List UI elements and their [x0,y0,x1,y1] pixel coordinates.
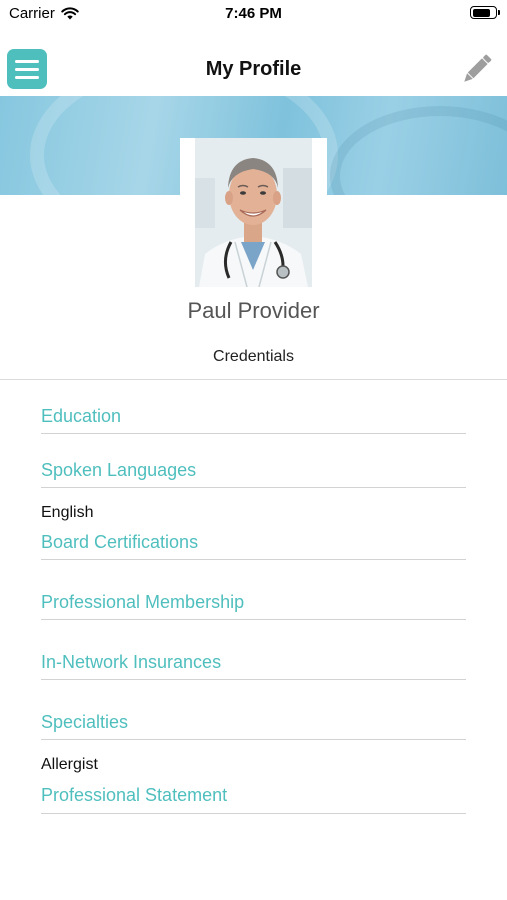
section-board-certifications[interactable]: Board Certifications [41,524,466,560]
avatar[interactable] [180,138,327,287]
section-specialties[interactable]: Specialties Allergist [41,680,466,776]
section-title: In-Network Insurances [41,620,466,680]
profile-name: Paul Provider [187,298,320,323]
section-value: Allergist [41,756,98,773]
section-education[interactable]: Education [41,380,466,434]
section-title: Board Certifications [41,524,466,560]
pencil-icon[interactable] [458,50,496,88]
section-title: Spoken Languages [41,434,466,488]
battery-level [472,8,491,17]
profile-screen: Carrier 7:46 PM My Profile Paul Provider… [0,0,507,900]
section-professional-statement[interactable]: Professional Statement [41,776,466,814]
battery-icon [470,6,500,19]
avatar-photo [195,138,312,287]
status-bar: Carrier 7:46 PM [0,0,507,28]
credentials-list: Education Spoken Languages English Board… [41,380,466,814]
credentials-heading: Credentials [213,348,294,365]
section-title: Specialties [41,680,466,740]
section-professional-membership[interactable]: Professional Membership [41,560,466,620]
status-time: 7:46 PM [225,5,282,22]
page-title: My Profile [205,58,302,80]
section-title: Professional Statement [41,776,466,814]
section-in-network-insurances[interactable]: In-Network Insurances [41,620,466,680]
nav-bar: My Profile [0,28,507,96]
section-spoken-languages[interactable]: Spoken Languages English [41,434,466,524]
section-title: Education [41,380,466,434]
section-title: Professional Membership [41,560,466,620]
section-value: English [41,504,94,521]
